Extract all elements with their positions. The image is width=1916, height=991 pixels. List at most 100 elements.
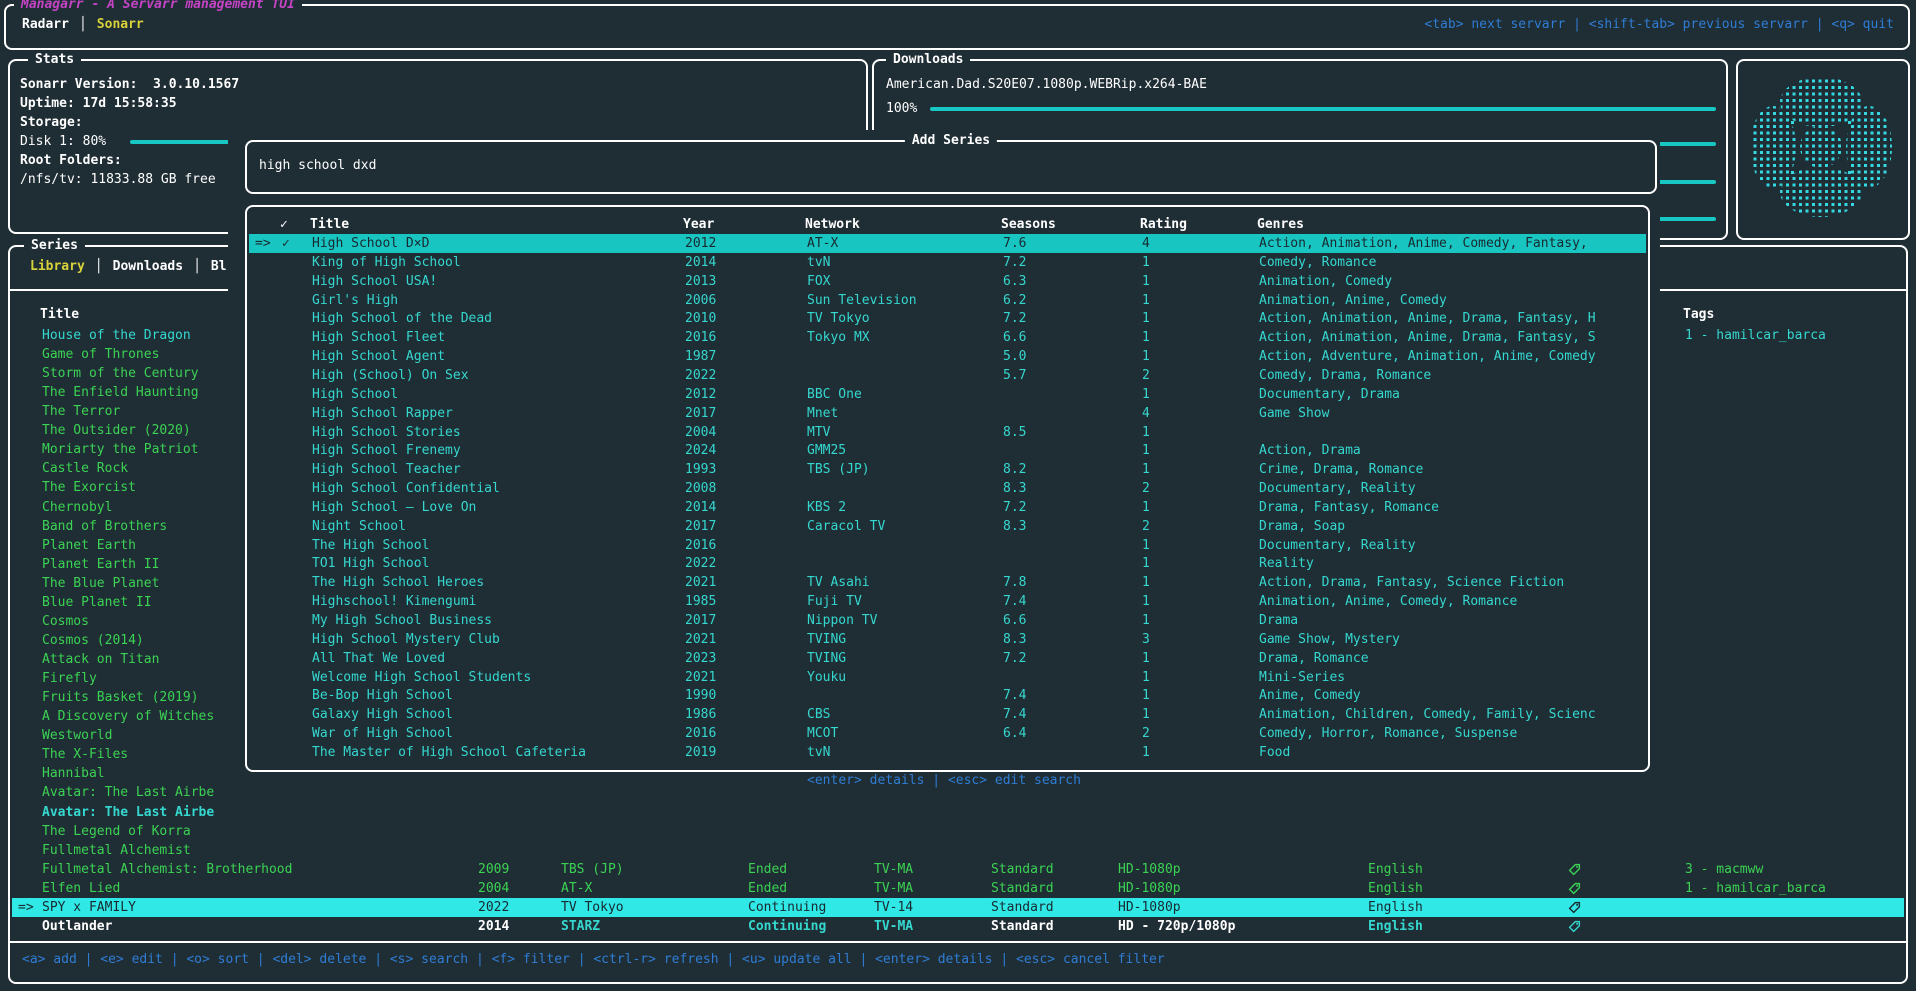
result-genres-cell: Documentary, Reality xyxy=(1259,536,1416,555)
search-result-row[interactable]: High School Frenemy2024GMM251Action, Dra… xyxy=(249,441,1646,460)
search-result-row[interactable]: Welcome High School Students2021Youku1Mi… xyxy=(249,668,1646,687)
result-year-cell: 1985 xyxy=(685,592,716,611)
search-result-row[interactable]: My High School Business2017Nippon TV6.61… xyxy=(249,611,1646,630)
series-year-cell: 2022 xyxy=(478,898,509,917)
search-result-row[interactable]: TO1 High School20221Reality xyxy=(249,554,1646,573)
result-seasons-cell: 8.3 xyxy=(1003,630,1026,649)
result-year-cell: 1990 xyxy=(685,686,716,705)
result-seasons-cell: 7.4 xyxy=(1003,686,1026,705)
result-title-cell: TO1 High School xyxy=(312,554,429,573)
search-result-row[interactable]: The High School Heroes2021TV Asahi7.81Ac… xyxy=(249,573,1646,592)
result-year-cell: 2019 xyxy=(685,743,716,762)
series-row[interactable]: Fullmetal Alchemist xyxy=(12,841,1904,860)
series-row[interactable]: =>SPY x FAMILY2022TV TokyoContinuingTV-1… xyxy=(12,898,1904,917)
result-rating-cell: 1 xyxy=(1142,291,1150,310)
search-result-row[interactable]: High School2012BBC One1Documentary, Dram… xyxy=(249,385,1646,404)
tab-radarr[interactable]: Radarr xyxy=(22,17,69,32)
result-rating-cell: 1 xyxy=(1142,592,1150,611)
search-result-row[interactable]: All That We Loved2023TVING7.21Drama, Rom… xyxy=(249,649,1646,668)
series-row[interactable]: Fullmetal Alchemist: Brotherhood2009TBS … xyxy=(12,860,1904,879)
series-title-cell: Westworld xyxy=(42,726,112,745)
search-result-row[interactable]: The High School20161Documentary, Reality xyxy=(249,536,1646,555)
result-rating-cell: 2 xyxy=(1142,366,1150,385)
series-title-cell: Elfen Lied xyxy=(42,879,120,898)
search-result-row[interactable]: Girl's High2006Sun Television6.21Animati… xyxy=(249,291,1646,310)
tab-sonarr[interactable]: Sonarr xyxy=(97,17,144,32)
series-profile-cell: Standard xyxy=(991,860,1054,879)
result-rating-cell: 1 xyxy=(1142,573,1150,592)
search-result-row[interactable]: High School Fleet2016Tokyo MX6.61Action,… xyxy=(249,328,1646,347)
series-title-cell: The X-Files xyxy=(42,745,128,764)
result-year-cell: 2004 xyxy=(685,423,716,442)
series-row[interactable]: The Legend of Korra xyxy=(12,822,1904,841)
series-search-input[interactable]: high school dxd xyxy=(259,156,376,175)
stats-line: Storage: xyxy=(20,113,83,132)
result-title-cell: High School Fleet xyxy=(312,328,445,347)
search-result-row[interactable]: High School Mystery Club2021TVING8.33Gam… xyxy=(249,630,1646,649)
result-title-cell: The High School xyxy=(312,536,429,555)
result-title-cell: High School Agent xyxy=(312,347,445,366)
result-genres-cell: Documentary, Reality xyxy=(1259,479,1416,498)
search-result-row[interactable]: Be-Bop High School19907.41Anime, Comedy xyxy=(249,686,1646,705)
search-result-row[interactable]: High School Stories2004MTV8.51 xyxy=(249,423,1646,442)
logo-panel xyxy=(1736,59,1910,240)
result-seasons-cell: 7.8 xyxy=(1003,573,1026,592)
series-year-cell: 2014 xyxy=(478,917,509,936)
search-result-row[interactable]: High School Teacher1993TBS (JP)8.21Crime… xyxy=(249,460,1646,479)
result-year-cell: 2010 xyxy=(685,309,716,328)
search-result-row[interactable]: High School of the Dead2010TV Tokyo7.21A… xyxy=(249,309,1646,328)
download-item-progress-label: 100% xyxy=(886,99,917,118)
disk-usage-bar xyxy=(130,140,236,144)
search-result-row[interactable]: High School Agent19875.01Action, Adventu… xyxy=(249,347,1646,366)
search-results-table: ✓ Title Year Network Seasons Rating Genr… xyxy=(245,205,1650,772)
search-result-row[interactable]: Highschool! Kimengumi1985Fuji TV7.41Anim… xyxy=(249,592,1646,611)
result-rating-cell: 1 xyxy=(1142,705,1150,724)
result-year-cell: 2017 xyxy=(685,517,716,536)
search-result-row[interactable]: The Master of High School Cafeteria2019t… xyxy=(249,743,1646,762)
stats-line: /nfs/tv: 11833.88 GB free xyxy=(20,170,216,189)
search-result-row[interactable]: High (School) On Sex20225.72Comedy, Dram… xyxy=(249,366,1646,385)
result-year-cell: 2012 xyxy=(685,385,716,404)
series-status-cell: Continuing xyxy=(748,917,826,936)
series-tags-cell: 3 - macmww xyxy=(1685,860,1763,879)
result-rating-cell: 2 xyxy=(1142,479,1150,498)
tab-separator: │ xyxy=(69,17,97,32)
result-year-cell: 2022 xyxy=(685,554,716,573)
series-title-cell: Cosmos xyxy=(42,612,89,631)
search-result-row[interactable]: High School – Love On2014KBS 27.21Drama,… xyxy=(249,498,1646,517)
result-year-cell: 2014 xyxy=(685,253,716,272)
series-status-cell: Continuing xyxy=(748,898,826,917)
result-rating-cell: 1 xyxy=(1142,385,1150,404)
search-result-row[interactable]: King of High School2014tvN7.21Comedy, Ro… xyxy=(249,253,1646,272)
series-row[interactable]: Elfen Lied2004AT-XEndedTV-MAStandardHD-1… xyxy=(12,879,1904,898)
modal-footer-keybinds: <enter> details | <esc> edit search xyxy=(228,771,1660,790)
series-row[interactable]: Outlander2014STARZContinuingTV-MAStandar… xyxy=(12,917,1904,936)
result-seasons-cell: 7.2 xyxy=(1003,498,1026,517)
search-result-row[interactable]: =>✓High School D×D2012AT-X7.64Action, An… xyxy=(249,234,1646,253)
result-genres-cell: Crime, Drama, Romance xyxy=(1259,460,1423,479)
result-title-cell: Welcome High School Students xyxy=(312,668,531,687)
result-seasons-cell: 6.2 xyxy=(1003,291,1026,310)
search-result-row[interactable]: War of High School2016MCOT6.42Comedy, Ho… xyxy=(249,724,1646,743)
result-network-cell: AT-X xyxy=(807,234,838,253)
search-result-row[interactable]: High School USA!2013FOX6.31Animation, Co… xyxy=(249,272,1646,291)
search-result-row[interactable]: Night School2017Caracol TV8.32Drama, Soa… xyxy=(249,517,1646,536)
series-quality-cell: HD-1080p xyxy=(1118,860,1181,879)
add-series-modal: Add Series high school dxd ✓ Title Year … xyxy=(228,130,1660,798)
search-result-row[interactable]: Galaxy High School1986CBS7.41Animation, … xyxy=(249,705,1646,724)
stats-line: Sonarr Version: 3.0.10.1567 xyxy=(20,75,239,94)
result-genres-cell: Animation, Anime, Comedy xyxy=(1259,291,1447,310)
series-year-cell: 2009 xyxy=(478,860,509,879)
series-title-cell: A Discovery of Witches xyxy=(42,707,214,726)
series-title-cell: Avatar: The Last Airbe xyxy=(42,803,214,822)
series-row[interactable]: Avatar: The Last Airbe xyxy=(12,803,1904,822)
result-genres-cell: Anime, Comedy xyxy=(1259,686,1361,705)
tag-icon xyxy=(1568,898,1581,917)
search-result-row[interactable]: High School Rapper2017Mnet4Game Show xyxy=(249,404,1646,423)
series-status-cell: Ended xyxy=(748,860,787,879)
series-title-cell: Fullmetal Alchemist: Brotherhood xyxy=(42,860,292,879)
series-cert-cell: TV-14 xyxy=(874,898,913,917)
search-result-row[interactable]: High School Confidential20088.32Document… xyxy=(249,479,1646,498)
series-title-cell: Band of Brothers xyxy=(42,517,167,536)
result-seasons-cell: 7.4 xyxy=(1003,592,1026,611)
